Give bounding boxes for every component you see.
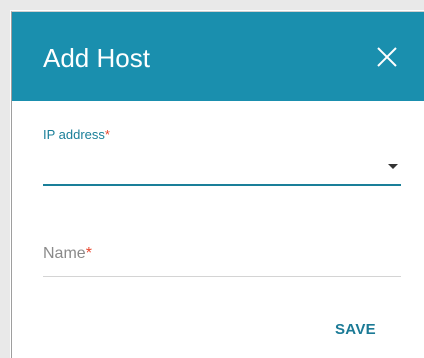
dialog-title: Add Host <box>43 43 150 73</box>
save-button[interactable]: SAVE <box>335 320 376 344</box>
dialog-header: Add Host <box>12 12 424 101</box>
backdrop-top-edge <box>0 0 424 10</box>
name-input[interactable]: Name* <box>43 238 401 278</box>
ip-address-label-text: IP address <box>43 127 105 142</box>
name-field: Name* <box>43 238 401 278</box>
add-host-dialog: Add Host IP address* Name* SAVE <box>11 11 424 358</box>
close-icon <box>377 47 397 67</box>
required-mark: * <box>104 127 110 142</box>
dropdown-arrow-icon <box>388 164 398 169</box>
name-placeholder: Name* <box>43 244 92 264</box>
ip-address-underline <box>43 184 401 186</box>
ip-address-field: IP address* <box>43 127 401 189</box>
ip-address-select[interactable] <box>43 147 401 185</box>
backdrop-left-edge <box>0 0 10 358</box>
name-underline <box>43 276 401 277</box>
ip-address-label: IP address* <box>43 127 110 143</box>
close-button[interactable] <box>372 42 402 72</box>
name-placeholder-text: Name <box>43 245 86 262</box>
required-mark: * <box>85 245 92 262</box>
